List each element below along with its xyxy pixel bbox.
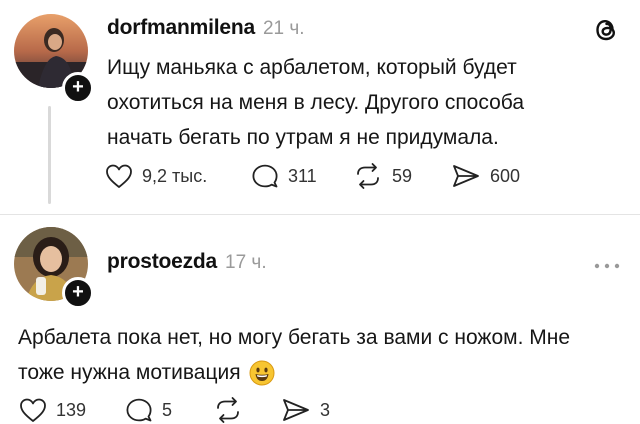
heart-icon — [106, 164, 132, 188]
like-button[interactable]: 139 — [18, 396, 86, 424]
thread-connector-line — [48, 106, 51, 204]
post-text-line: тоже нужна мотивация — [18, 361, 241, 384]
post-text: Ищу маньяка с арбалетом, который будет о… — [107, 50, 627, 155]
post-text-line-with-emoji: тоже нужна мотивация — [18, 355, 628, 390]
grinning-emoji — [249, 360, 275, 386]
divider — [0, 214, 640, 215]
post-text-line: начать бегать по утрам я не придумала. — [107, 126, 499, 149]
timestamp: 21 ч. — [262, 18, 305, 39]
post-text: Арбалета пока нет, но могу бегать за вам… — [18, 320, 628, 390]
like-count: 9,2 тыс. — [142, 165, 208, 186]
repost-count: 59 — [392, 165, 413, 186]
comment-count: 5 — [162, 399, 173, 420]
comment-button[interactable]: 5 — [124, 396, 172, 424]
share-button[interactable]: 3 — [280, 396, 330, 424]
threads-logo-icon[interactable] — [592, 16, 620, 44]
follow-plus-button[interactable]: + — [62, 72, 94, 104]
more-options-icon[interactable] — [592, 258, 622, 269]
repost-button[interactable]: 59 — [352, 162, 412, 190]
post-text-line: Ищу маньяка с арбалетом, который будет — [107, 56, 517, 79]
post-header: dorfmanmilena 21 ч. — [107, 16, 305, 40]
post-text-line: Арбалета пока нет, но могу бегать за вам… — [18, 326, 571, 349]
comment-bubble-icon — [252, 164, 278, 188]
timestamp: 17 ч. — [225, 252, 267, 273]
send-icon — [283, 399, 309, 421]
comment-button[interactable]: 311 — [250, 162, 317, 190]
send-icon — [453, 165, 479, 187]
share-count: 3 — [320, 399, 331, 420]
comment-count: 311 — [288, 165, 317, 186]
repost-icon — [357, 163, 379, 189]
comment-bubble-icon — [126, 398, 152, 422]
share-count: 600 — [490, 165, 521, 186]
share-button[interactable]: 600 — [450, 162, 520, 190]
follow-plus-button[interactable]: + — [62, 277, 94, 309]
repost-button[interactable] — [212, 396, 252, 424]
like-count: 139 — [56, 399, 87, 420]
like-button[interactable]: 9,2 тыс. — [104, 162, 207, 190]
repost-icon — [217, 397, 239, 423]
post-header: prostoezda 17 ч. — [107, 250, 267, 274]
username[interactable]: prostoezda — [107, 250, 217, 274]
username[interactable]: dorfmanmilena — [107, 16, 255, 40]
heart-icon — [20, 398, 46, 422]
post-text-line: охотиться на меня в лесу. Другого способ… — [107, 91, 525, 114]
